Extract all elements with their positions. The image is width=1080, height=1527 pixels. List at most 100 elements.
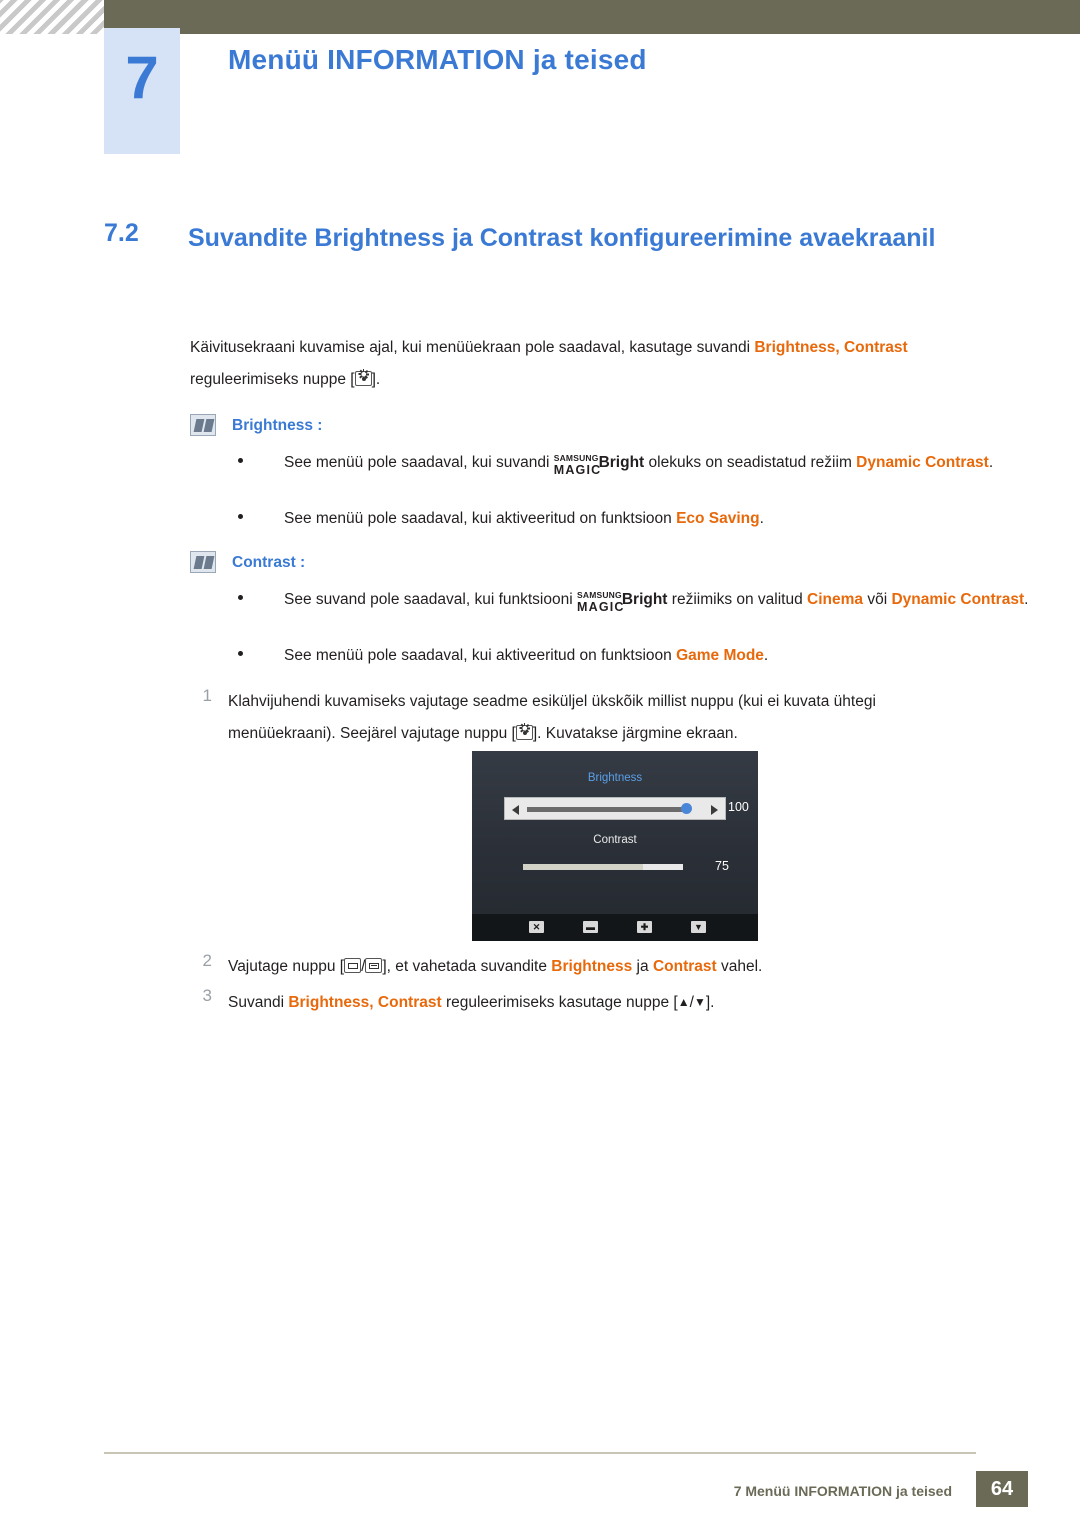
step-number-1: 1 [202,686,212,705]
intro-term-brightness: Brightness [754,339,836,356]
bullet-dot-icon [238,651,243,656]
header-hatch-decoration [0,0,104,34]
note-icon-contrast [190,551,216,573]
note-bullet-brightness-2: See menüü pole saadaval, kui aktiveeritu… [238,506,1038,532]
osd-contrast-slider[interactable] [523,864,683,870]
slider-left-arrow-icon[interactable] [512,805,519,815]
sun-rays-icon [358,369,370,385]
osd-key-down-glyph: ▼ [694,922,703,932]
bullet-dot-icon [238,595,243,600]
bullet-text: See menüü pole saadaval, kui aktiveeritu… [284,506,1044,532]
step2-mid: ], et vahetada suvandite [382,958,552,975]
bullet-term-game-mode: Game Mode [676,647,764,664]
bullet-mid2-text: või [863,591,892,608]
step1-line2b: ]. Kuvatakse järgmine ekraan. [532,725,738,742]
slider-knob[interactable] [681,803,692,814]
step3-pre: Suvandi [228,994,289,1011]
bullet-term-dynamic-contrast: Dynamic Contrast [891,591,1025,608]
note-bullet-contrast-2: See menüü pole saadaval, kui aktiveeritu… [238,643,1038,669]
step2-term-contrast: Contrast [652,958,717,975]
step2-pre: Vajutage nuppu [ [228,958,345,975]
bright-label: Bright [598,454,645,471]
step3-term-contrast: Contrast [377,994,442,1011]
bullet-mid-text: olekuks on seadistatud režiim [644,454,857,471]
magic-subscript: MAGIC [576,600,625,614]
note-bullet-contrast-1: See suvand pole saadaval, kui funktsioon… [238,587,1038,614]
intro-text-2: reguleerimiseks nuppe [ [190,371,355,388]
chapter-title: Menüü INFORMATION ja teised [228,44,647,75]
section-title: Suvandite Brightness ja Contrast konfigu… [188,224,936,252]
step3-post: ]. [705,994,715,1011]
step3-comma: , [369,994,378,1011]
header-bar [104,0,1080,34]
bullet-pre-text: See suvand pole saadaval, kui funktsioon… [284,591,577,608]
footer-page-number: 64 [976,1471,1028,1507]
brightness-key-icon [515,723,533,740]
step-text-2: Vajutage nuppu [/], et vahetada suvandit… [228,951,1018,983]
step3-mid: reguleerimiseks kasutage nuppe [ [441,994,678,1011]
step2-term-brightness: Brightness [551,958,633,975]
bullet-post-text: . [759,510,764,527]
footer-chapter-label: 7 Menüü INFORMATION ja teised [733,1483,952,1499]
step2-and: ja [632,958,653,975]
osd-key-down-icon[interactable]: ▼ [691,921,706,933]
osd-brightness-slider[interactable] [504,797,726,820]
step2-post: vahel. [716,958,763,975]
samsung-magic-bright-logo: SAMSUNG MAGIC Bright [554,450,645,477]
sun-rays-icon [519,723,531,739]
chapter-number-badge: 7 [104,28,180,154]
contrast-slider-fill [523,864,643,870]
magic-subscript: MAGIC [553,463,602,477]
note-heading-contrast: Contrast : [232,554,306,571]
step1-line2a: menüüekraani). Seejärel vajutage nuppu [ [228,725,516,742]
osd-subtitle-contrast: Contrast [593,834,637,846]
bullet-dot-icon [238,458,243,463]
intro-paragraph: Käivitusekraani kuvamise ajal, kui menüü… [190,332,1000,396]
footer-divider [104,1452,976,1454]
osd-key-minus-icon[interactable]: ▬ [583,921,598,933]
bullet-post-text: . [988,454,994,471]
slider-track [527,807,689,812]
note-bullet-brightness-1: See menüü pole saadaval, kui suvandi SAM… [238,450,1038,477]
step1-line1: Klahvijuhendi kuvamiseks vajutage seadme… [228,693,876,710]
intro-comma: , [835,339,844,356]
bullet-pre-text: See menüü pole saadaval, kui aktiveeritu… [284,510,677,527]
section-number: 7.2 [104,219,139,247]
intro-text-1: Käivitusekraani kuvamise ajal, kui menüü… [190,339,755,356]
samsung-magic-bright-logo: SAMSUNG MAGIC Bright [577,587,668,614]
osd-key-plus-icon[interactable]: ✚ [637,921,652,933]
brightness-key-icon [354,369,372,386]
osd-key-close-icon[interactable]: ✕ [529,921,544,933]
osd-title-brightness: Brightness [587,772,643,784]
bullet-text: See menüü pole saadaval, kui suvandi SAM… [284,450,1044,477]
step-text-3: Suvandi Brightness, Contrast reguleerimi… [228,986,1018,1019]
bullet-pre-text: See menüü pole saadaval, kui aktiveeritu… [284,647,677,664]
osd-key-guide-bar: ✕ ▬ ✚ ▼ [472,914,758,941]
osd-key-minus-glyph: ▬ [586,922,595,932]
source-key-icon [344,958,362,973]
step3-term-brightness: Brightness [288,994,370,1011]
bullet-post-text: . [763,647,769,664]
osd-screenshot: Brightness 100 Contrast 75 ✕ ▬ ✚ ▼ [472,751,758,941]
bullet-term-dynamic-contrast: Dynamic Contrast [856,454,989,471]
bullet-text: See menüü pole saadaval, kui aktiveeritu… [284,643,1044,669]
bullet-term-eco-saving: Eco Saving [676,510,760,527]
bullet-post-text: . [1024,591,1029,608]
bullet-dot-icon [238,514,243,519]
bullet-text: See suvand pole saadaval, kui funktsioon… [284,587,1044,614]
osd-panel: Brightness 100 Contrast 75 [472,751,758,914]
step-number-3: 3 [202,986,212,1005]
note-heading-brightness: Brightness : [232,417,323,434]
arrow-down-icon: ▼ [693,995,706,1009]
osd-key-plus-glyph: ✚ [640,922,649,932]
enter-key-icon [365,958,383,973]
bullet-mid-text: režiimiks on valitud [667,591,808,608]
bullet-term-cinema: Cinema [807,591,864,608]
bullet-pre-text: See menüü pole saadaval, kui suvandi [284,454,554,471]
bright-label: Bright [621,591,668,608]
slider-right-arrow-icon[interactable] [711,805,718,815]
osd-contrast-value: 75 [715,859,729,873]
intro-text-3: ]. [371,371,381,388]
arrow-up-icon: ▲ [677,995,690,1009]
note-icon-brightness [190,414,216,436]
